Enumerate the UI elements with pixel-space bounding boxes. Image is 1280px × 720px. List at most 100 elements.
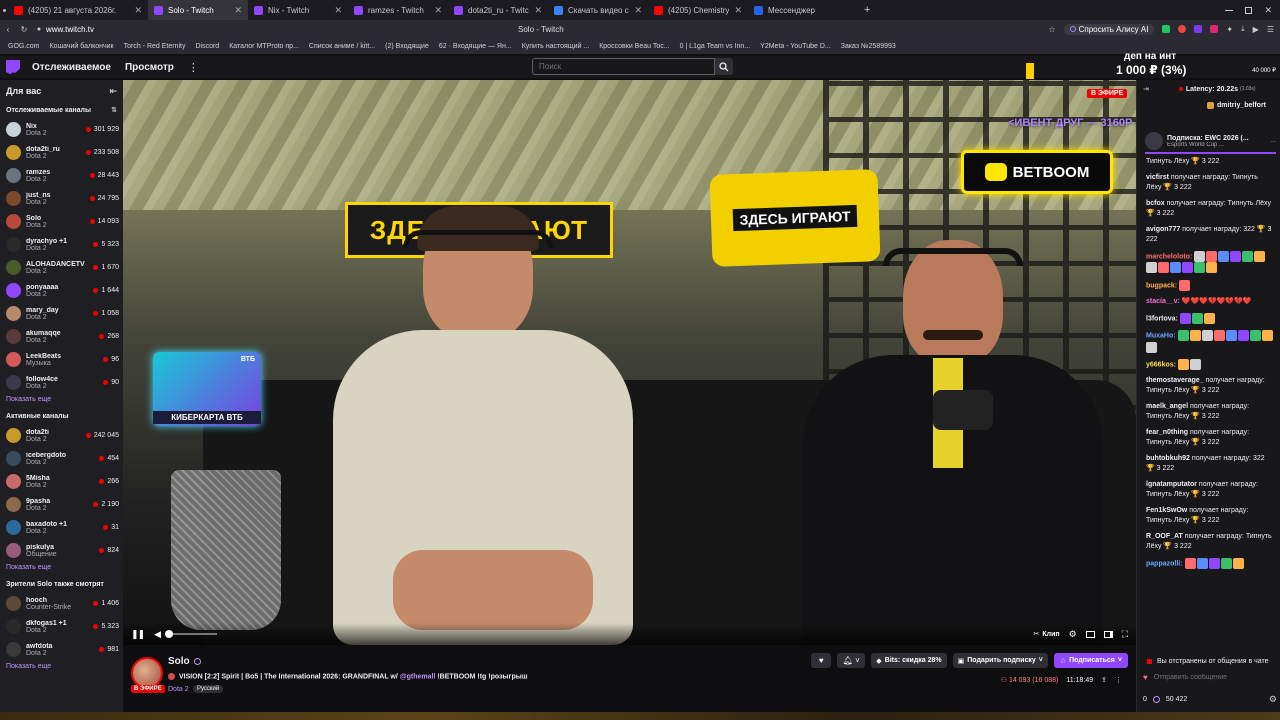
chat-username[interactable]: vicfirst bbox=[1146, 174, 1169, 181]
browser-menu-icon[interactable] bbox=[0, 0, 8, 20]
extension-icon-purple[interactable] bbox=[1194, 25, 1203, 33]
new-tab-button[interactable]: + bbox=[858, 0, 876, 20]
sidebar-channel-item[interactable]: dyrachyo +1 Dota 25 323 bbox=[0, 233, 123, 256]
tab-close-icon[interactable]: ✕ bbox=[534, 5, 542, 16]
chat-username[interactable]: fear_n0thing bbox=[1146, 429, 1188, 436]
search-input[interactable] bbox=[532, 58, 715, 75]
extension-icon-pink[interactable] bbox=[1210, 25, 1219, 33]
chat-username[interactable]: bugpack: bbox=[1146, 282, 1177, 289]
chat-username[interactable]: maelk_angel bbox=[1146, 403, 1188, 410]
sub-promo-card[interactable]: Подписка: EWC 2026 (... Esports World Cu… bbox=[1145, 130, 1276, 154]
chat-username[interactable]: Fen1kSwOw bbox=[1146, 507, 1187, 514]
media-play-icon[interactable]: ▶ bbox=[1253, 25, 1259, 34]
share-icon[interactable]: ⇪ bbox=[1101, 676, 1107, 684]
volume-slider-knob[interactable] bbox=[165, 630, 174, 638]
sidebar-channel-item[interactable]: akumaqqe Dota 2 268 bbox=[0, 325, 123, 348]
nav-following-link[interactable]: Отслеживаемое bbox=[32, 62, 111, 73]
sidebar-channel-item[interactable]: dota2ti Dota 2 242 045 bbox=[0, 424, 123, 447]
chat-settings-gear-icon[interactable]: ⚙ bbox=[1269, 694, 1277, 705]
stream-title-mention[interactable]: @gthemall bbox=[400, 673, 436, 680]
collapse-sidebar-icon[interactable]: ⇤ bbox=[109, 86, 117, 97]
browser-tab[interactable]: Solo - Twitch ✕ bbox=[148, 0, 248, 20]
chat-username[interactable]: themostaverage_ bbox=[1146, 377, 1204, 384]
sidebar-channel-item[interactable]: ponyaaaa Dota 21 644 bbox=[0, 279, 123, 302]
subscribe-button[interactable]: ☆ Подписаться ˅ bbox=[1053, 653, 1128, 668]
nav-browse-link[interactable]: Просмотр bbox=[125, 62, 174, 73]
window-close-icon[interactable]: ✕ bbox=[1264, 5, 1272, 16]
sidebar-channel-item[interactable]: ramzes Dota 2 28 443 bbox=[0, 164, 123, 187]
reload-icon[interactable]: ↻ bbox=[16, 25, 32, 34]
bookmark-item[interactable]: Кроссовки Beau Toc... bbox=[599, 43, 669, 50]
sidebar-channel-item[interactable]: just_ns Dota 2 24 795 bbox=[0, 187, 123, 210]
shield-extension-icon[interactable] bbox=[1162, 25, 1171, 33]
sub-promo-link[interactable]: ... bbox=[1271, 138, 1276, 144]
settings-gear-icon[interactable]: ⚙ bbox=[1069, 629, 1077, 640]
notifications-bell-button[interactable]: 🔔︎ ˅ bbox=[837, 653, 866, 668]
more-options-icon[interactable]: ⋮ bbox=[1115, 676, 1122, 684]
back-icon[interactable]: ‹ bbox=[0, 25, 16, 34]
sidebar-channel-item[interactable]: awfdota Dota 2 981 bbox=[0, 638, 123, 661]
extensions-puzzle-icon[interactable]: ✦ bbox=[1226, 25, 1233, 34]
streamer-name[interactable]: Solo bbox=[168, 656, 201, 667]
sidebar-channel-item[interactable]: dota2ti_ru Dota 2 233 508 bbox=[0, 141, 123, 164]
bookmark-item[interactable]: Discord bbox=[195, 43, 219, 50]
sidebar-channel-item[interactable]: follow4ce Dota 2 90 bbox=[0, 371, 123, 394]
sidebar-channel-item[interactable]: mary_day Dota 21 058 bbox=[0, 302, 123, 325]
sort-icon[interactable]: ⇅ bbox=[111, 106, 117, 114]
video-player[interactable]: ЗДЕСЬ ИГРАЮТ ЗДЕСЬ ИГРАЮТ В ЭФИРЕ BETBOO… bbox=[123, 80, 1136, 645]
stream-tag[interactable]: Русский bbox=[193, 685, 224, 693]
tab-close-icon[interactable]: ✕ bbox=[334, 5, 342, 16]
nav-more-icon[interactable]: ⋮ bbox=[188, 61, 199, 74]
bookmark-item[interactable]: 62 · Входящие — Ян... bbox=[439, 43, 512, 50]
channel-points-balance[interactable]: 50 422 bbox=[1166, 696, 1187, 703]
sidebar-channel-item[interactable]: 5Misha Dota 2 266 bbox=[0, 470, 123, 493]
gift-subscription-button[interactable]: ▣ Подарить подписку ˅ bbox=[952, 653, 1048, 668]
bookmark-item[interactable]: Список аниме / kitt... bbox=[309, 43, 375, 50]
window-minimize-icon[interactable] bbox=[1225, 9, 1234, 11]
sidebar-channel-item[interactable]: Solo Dota 2 14 093 bbox=[0, 210, 123, 233]
chat-username[interactable]: lgnatamputator bbox=[1146, 481, 1197, 488]
bookmark-star-icon[interactable]: ☆ bbox=[1048, 25, 1055, 34]
browser-tab[interactable]: ramzes - Twitch ✕ bbox=[348, 0, 448, 20]
browser-tab[interactable]: (4205) 21 августа 2026г. ✕ bbox=[8, 0, 148, 20]
sidebar-channel-item[interactable]: dkfogas1 +1 Dota 25 323 bbox=[0, 615, 123, 638]
chat-username[interactable]: l3fortova: bbox=[1146, 315, 1178, 322]
tab-close-icon[interactable]: ✕ bbox=[634, 5, 642, 16]
browser-tab[interactable]: dota2ti_ru - Twitch ✕ bbox=[448, 0, 548, 20]
url-field[interactable]: www.twitch.tv bbox=[46, 25, 346, 34]
bookmark-item[interactable]: (2) Входящие bbox=[385, 43, 429, 50]
sidebar-channel-item[interactable]: icebergdoto Dota 2 454 bbox=[0, 447, 123, 470]
window-maximize-icon[interactable] bbox=[1245, 6, 1253, 14]
chat-collapse-icon[interactable]: ⇥ bbox=[1143, 85, 1149, 93]
chat-username[interactable]: R_OOF_AT bbox=[1146, 533, 1183, 540]
tab-close-icon[interactable]: ✕ bbox=[134, 5, 142, 16]
fullscreen-icon[interactable]: ⛶ bbox=[1122, 629, 1128, 640]
active-show-more-link[interactable]: Показать еще bbox=[0, 562, 123, 576]
chat-username[interactable]: bcfox bbox=[1146, 200, 1165, 207]
bookmark-item[interactable]: GOG.com bbox=[8, 43, 40, 50]
chat-username[interactable]: MuxaHo: bbox=[1146, 333, 1176, 340]
sidebar-channel-item[interactable]: ALOHADANCETV Dota 21 670 bbox=[0, 256, 123, 279]
pinned-user-name[interactable]: dmitriy_belfort bbox=[1217, 102, 1266, 109]
bits-discount-button[interactable]: ◆ Bits: скидка 28% bbox=[871, 653, 947, 668]
menu-icon[interactable]: ☰ bbox=[1267, 25, 1274, 34]
tab-close-icon[interactable]: ✕ bbox=[234, 5, 242, 16]
bookmark-item[interactable]: Купить настоящий ... bbox=[522, 43, 590, 50]
miniplayer-icon[interactable] bbox=[1103, 630, 1113, 638]
chat-username[interactable]: y666kos: bbox=[1146, 361, 1176, 368]
browser-tab[interactable]: Скачать видео с Ютуба б... ✕ bbox=[548, 0, 648, 20]
chat-heart-icon[interactable]: ♥ bbox=[1143, 673, 1148, 682]
bookmark-item[interactable]: Заказ №2589993 bbox=[841, 43, 896, 50]
volume-icon[interactable]: ◀ bbox=[154, 629, 161, 640]
twitch-logo-icon[interactable] bbox=[6, 60, 20, 74]
stream-game-link[interactable]: Dota 2 bbox=[168, 686, 189, 693]
chat-username[interactable]: avigon777 bbox=[1146, 226, 1180, 233]
sidebar-channel-item[interactable]: 9pasha Dota 22 190 bbox=[0, 493, 123, 516]
sidebar-channel-item[interactable]: hooch Counter-Strike 1 406 bbox=[0, 592, 123, 615]
extension-icon-red[interactable] bbox=[1178, 25, 1187, 33]
browser-tab[interactable]: Nix - Twitch ✕ bbox=[248, 0, 348, 20]
chat-username[interactable]: buhtobkuh92 bbox=[1146, 455, 1190, 462]
bookmark-item[interactable]: Каталог MTProto пр... bbox=[229, 43, 299, 50]
sidebar-channel-item[interactable]: piskulya Общение 824 bbox=[0, 539, 123, 562]
sidebar-channel-item[interactable]: baxadoto +1 Dota 2 31 bbox=[0, 516, 123, 539]
